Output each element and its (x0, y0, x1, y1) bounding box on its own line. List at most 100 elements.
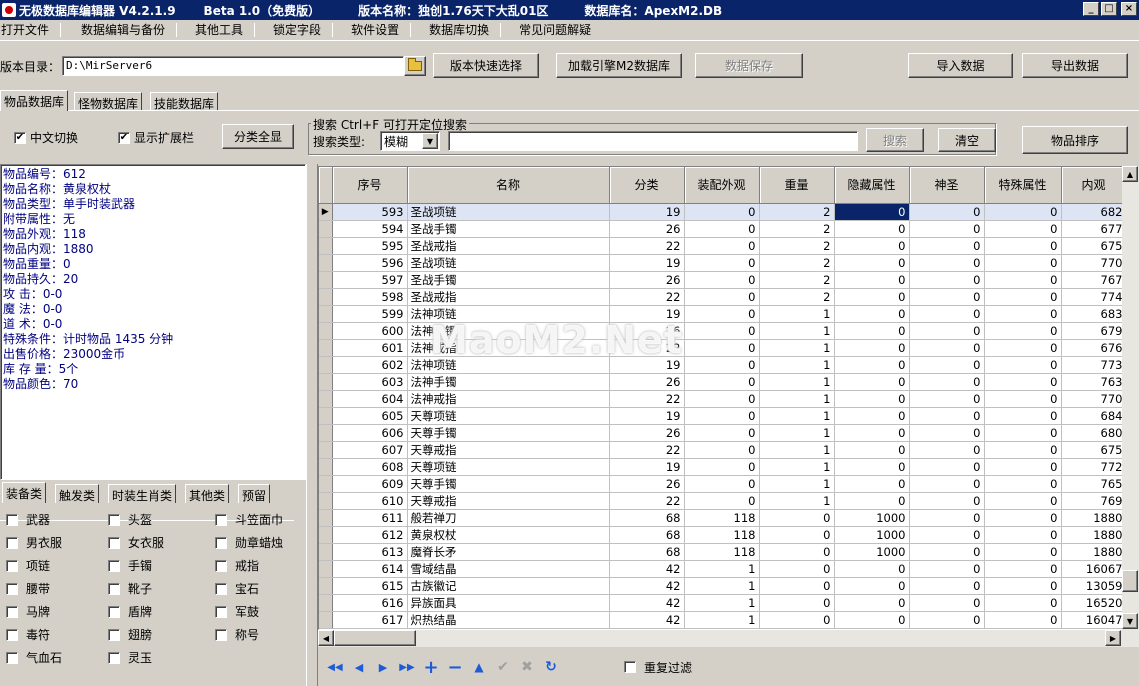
category-checkbox[interactable]: 盾牌 (108, 603, 152, 620)
category-checkbox[interactable]: 头盔 (108, 511, 152, 528)
cell-id[interactable]: 617 (332, 611, 408, 629)
cell-category[interactable]: 19 (609, 305, 685, 323)
row-indicator[interactable] (319, 560, 333, 578)
cell-weight[interactable]: 0 (759, 594, 835, 612)
cell-inner-look[interactable]: 682 (1061, 203, 1127, 221)
cell-special-attr[interactable]: 0 (984, 509, 1062, 527)
cell-name[interactable]: 天尊手镯 (407, 424, 610, 442)
cell-appearance[interactable]: 118 (684, 526, 760, 544)
table-row[interactable]: 613 魔脊长矛 68 118 0 1000 0 0 1880 (319, 543, 1127, 561)
cell-hidden-attr[interactable]: 0 (834, 475, 910, 493)
cell-category[interactable]: 22 (609, 288, 685, 306)
cell-hidden-attr[interactable]: 0 (834, 577, 910, 595)
cell-id[interactable]: 614 (332, 560, 408, 578)
menu-faq[interactable]: 常见问题解疑 (519, 23, 602, 37)
cell-inner-look[interactable]: 675 (1061, 237, 1127, 255)
table-row[interactable]: 616 异族面具 42 1 0 0 0 0 16520 (319, 594, 1127, 612)
first-record-icon[interactable]: ◀◀ (326, 658, 344, 676)
cell-hidden-attr[interactable]: 0 (834, 339, 910, 357)
cell-name[interactable]: 法神戒指 (407, 339, 610, 357)
table-row[interactable]: 610 天尊戒指 22 0 1 0 0 0 769 (319, 492, 1127, 510)
row-indicator[interactable] (319, 492, 333, 510)
category-checkbox[interactable]: 武器 (6, 511, 50, 528)
cell-weight[interactable]: 1 (759, 458, 835, 476)
cell-weight[interactable]: 1 (759, 424, 835, 442)
scroll-left-button[interactable]: ◀ (318, 630, 334, 646)
row-indicator[interactable] (319, 526, 333, 544)
cell-id[interactable]: 609 (332, 475, 408, 493)
cell-hidden-attr[interactable]: 1000 (834, 509, 910, 527)
cell-id[interactable]: 604 (332, 390, 408, 408)
col-header-category[interactable]: 分类 (609, 167, 685, 204)
cell-holy[interactable]: 0 (909, 475, 985, 493)
cell-inner-look[interactable]: 770 (1061, 390, 1127, 408)
delete-record-icon[interactable]: − (446, 657, 464, 678)
cell-special-attr[interactable]: 0 (984, 492, 1062, 510)
cell-hidden-attr[interactable]: 0 (834, 356, 910, 374)
cell-name[interactable]: 圣战手镯 (407, 220, 610, 238)
cell-hidden-attr[interactable]: 0 (834, 305, 910, 323)
table-row[interactable]: 611 般若禅刀 68 118 0 1000 0 0 1880 (319, 509, 1127, 527)
menu-lock-fields[interactable]: 锁定字段 (273, 23, 334, 37)
menu-other-tools[interactable]: 其他工具 (195, 23, 256, 37)
import-data-button[interactable]: 导入数据 (908, 53, 1013, 78)
row-indicator[interactable] (319, 356, 333, 374)
category-checkbox[interactable]: 马牌 (6, 603, 50, 620)
post-record-icon[interactable]: ✔ (494, 658, 512, 676)
cat-tab-other[interactable]: 其他类 (185, 484, 230, 503)
row-indicator[interactable]: ▶ (319, 203, 333, 221)
cell-id[interactable]: 611 (332, 509, 408, 527)
cell-holy[interactable]: 0 (909, 594, 985, 612)
cell-appearance[interactable]: 0 (684, 237, 760, 255)
horizontal-scroll-thumb[interactable] (334, 630, 416, 646)
row-indicator[interactable] (319, 271, 333, 289)
cell-id[interactable]: 606 (332, 424, 408, 442)
menu-data-edit-backup[interactable]: 数据编辑与备份 (81, 23, 178, 37)
cell-name[interactable]: 般若禅刀 (407, 509, 610, 527)
cell-hidden-attr[interactable]: 0 (834, 441, 910, 459)
cell-name[interactable]: 法神项链 (407, 305, 610, 323)
cat-tab-fashion-zodiac[interactable]: 时装生肖类 (108, 484, 177, 503)
cell-inner-look[interactable]: 774 (1061, 288, 1127, 306)
category-checkbox[interactable]: 灵玉 (108, 649, 152, 666)
cell-appearance[interactable]: 1 (684, 577, 760, 595)
cell-hidden-attr[interactable]: 0 (834, 407, 910, 425)
cell-id[interactable]: 596 (332, 254, 408, 272)
cell-holy[interactable]: 0 (909, 560, 985, 578)
cell-holy[interactable]: 0 (909, 509, 985, 527)
cell-special-attr[interactable]: 0 (984, 339, 1062, 357)
cell-category[interactable]: 26 (609, 322, 685, 340)
row-indicator[interactable] (319, 373, 333, 391)
cell-inner-look[interactable]: 16067 (1061, 560, 1127, 578)
cell-holy[interactable]: 0 (909, 543, 985, 561)
cell-inner-look[interactable]: 676 (1061, 339, 1127, 357)
cell-weight[interactable]: 0 (759, 543, 835, 561)
cell-category[interactable]: 26 (609, 373, 685, 391)
cell-id[interactable]: 613 (332, 543, 408, 561)
category-checkbox[interactable]: 宝石 (215, 580, 259, 597)
category-checkbox[interactable]: 翅膀 (108, 626, 152, 643)
cell-special-attr[interactable]: 0 (984, 373, 1062, 391)
cell-appearance[interactable]: 0 (684, 492, 760, 510)
cell-appearance[interactable]: 0 (684, 356, 760, 374)
cell-weight[interactable]: 1 (759, 322, 835, 340)
cell-inner-look[interactable]: 677 (1061, 220, 1127, 238)
cell-special-attr[interactable]: 0 (984, 611, 1062, 629)
row-indicator[interactable] (319, 424, 333, 442)
cell-category[interactable]: 42 (609, 577, 685, 595)
cell-id[interactable]: 605 (332, 407, 408, 425)
category-checkbox[interactable]: 手镯 (108, 557, 152, 574)
horizontal-scrollbar[interactable]: ◀ ▶ (318, 630, 1139, 647)
table-row[interactable]: ▶ 593 圣战项链 19 0 2 0 0 0 682 (319, 203, 1127, 221)
cell-appearance[interactable]: 118 (684, 543, 760, 561)
cell-name[interactable]: 异族面具 (407, 594, 610, 612)
cell-inner-look[interactable]: 1880 (1061, 543, 1127, 561)
edit-record-icon[interactable]: ▲ (470, 658, 488, 676)
cell-name[interactable]: 圣战戒指 (407, 288, 610, 306)
next-record-icon[interactable]: ▶ (374, 658, 392, 676)
cell-appearance[interactable]: 0 (684, 339, 760, 357)
cell-holy[interactable]: 0 (909, 492, 985, 510)
col-header-name[interactable]: 名称 (407, 167, 610, 204)
menu-settings[interactable]: 软件设置 (351, 23, 412, 37)
item-sort-button[interactable]: 物品排序 (1022, 126, 1128, 154)
